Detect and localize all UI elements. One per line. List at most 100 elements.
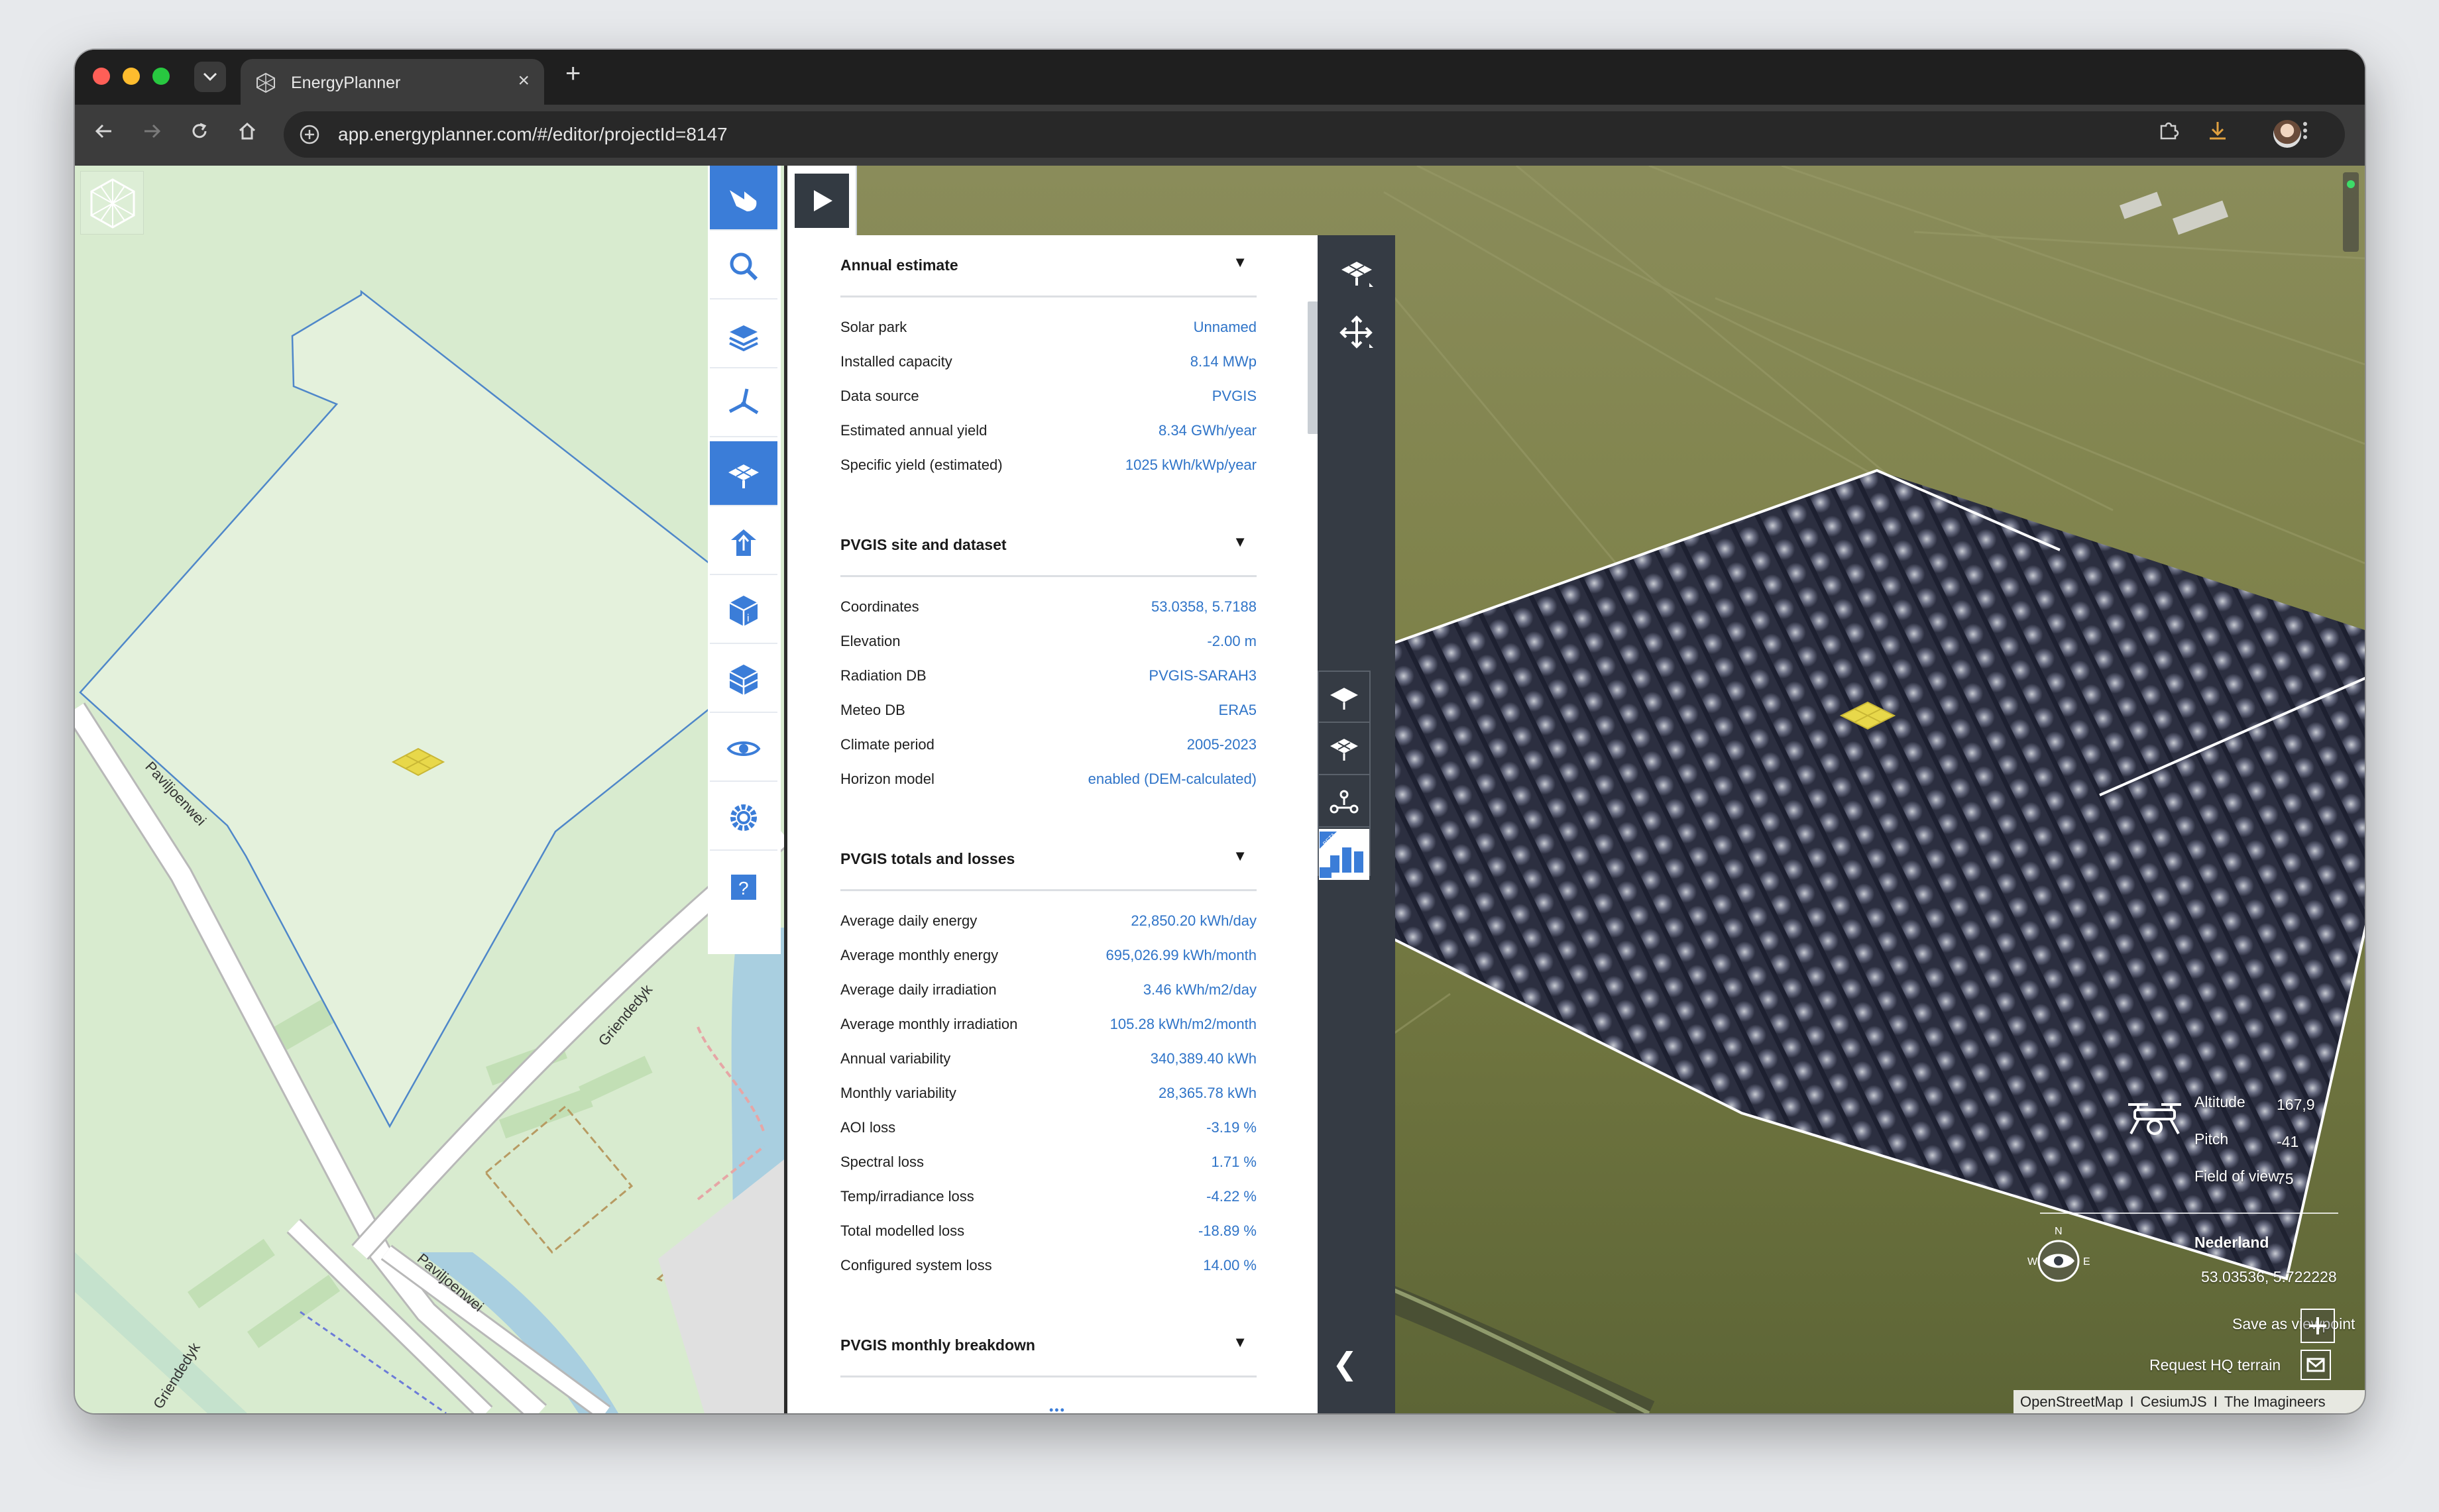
- triangle-down-icon[interactable]: ▼: [1233, 533, 1247, 551]
- app-logo[interactable]: [80, 171, 144, 235]
- triangle-down-icon[interactable]: ▼: [1233, 1334, 1247, 1351]
- attribution-osm[interactable]: OpenStreetMap: [2020, 1393, 2123, 1410]
- download-icon: [2210, 122, 2226, 140]
- section-header[interactable]: PVGIS totals and losses ▼: [840, 829, 1257, 891]
- row-value: 1.71 %: [1211, 1154, 1257, 1170]
- panel-edit-button[interactable]: [1319, 724, 1369, 775]
- 3d-box-tool-button[interactable]: i: [710, 579, 777, 644]
- extensions-button[interactable]: [2152, 118, 2185, 151]
- estimate-row: Estimated annual yield 8.34 GWh/year: [840, 413, 1257, 447]
- location-coords: 53.03536, 5.722228: [2201, 1268, 2337, 1285]
- estimate-row: Specific yield (estimated) 1025 kWh/kWp/y…: [840, 447, 1257, 482]
- estimate-row: Climate period 2005-2023: [840, 727, 1257, 761]
- row-label: Specific yield (estimated): [840, 457, 1003, 473]
- cube-stack-tool-button[interactable]: [710, 648, 777, 713]
- save-viewpoint-label[interactable]: Save as viewpoint: [2232, 1315, 2355, 1333]
- row-label: Average daily irradiation: [840, 981, 997, 998]
- section-header[interactable]: PVGIS site and dataset ▼: [840, 515, 1257, 577]
- viewpoint-tool-button[interactable]: [710, 717, 777, 782]
- drone-icon: [2128, 1103, 2181, 1135]
- row-label: Monthly variability: [840, 1085, 956, 1101]
- compass-west: W: [2027, 1256, 2038, 1268]
- home-icon: [239, 122, 256, 140]
- chevron-down-icon: [203, 72, 217, 81]
- back-button[interactable]: [89, 119, 119, 148]
- solar-panel-tool-button[interactable]: [710, 441, 777, 506]
- draw-tool-button[interactable]: [710, 166, 777, 231]
- network-button[interactable]: [1319, 777, 1369, 828]
- compass-widget[interactable]: N W E: [2023, 1222, 2094, 1295]
- mail-icon: [2306, 1358, 2325, 1372]
- estimate-row: Elevation -2.00 m: [840, 623, 1257, 658]
- browser-tab[interactable]: EnergyPlanner ×: [241, 59, 544, 105]
- compass-east: E: [2083, 1256, 2090, 1268]
- fov-label: Field of view: [2194, 1167, 2279, 1185]
- row-value: enabled (DEM-calculated): [1088, 771, 1257, 787]
- section-rows: Coordinates 53.0358, 5.7188 Elevation -2.00…: [840, 577, 1257, 796]
- help-tool-button[interactable]: ?: [710, 855, 777, 920]
- minimize-window-button[interactable]: [123, 68, 140, 85]
- gear-icon: [730, 804, 757, 831]
- address-bar[interactable]: app.energyplanner.com/#/editor/projectId…: [284, 111, 2345, 158]
- row-label: Total modelled loss: [840, 1222, 965, 1239]
- url-text[interactable]: app.energyplanner.com/#/editor/projectId…: [338, 124, 728, 145]
- attribution-cesium[interactable]: CesiumJS: [2140, 1393, 2206, 1410]
- play-tour-button[interactable]: [787, 166, 857, 235]
- reload-button[interactable]: [185, 119, 214, 148]
- panel-scrollbar[interactable]: [1308, 301, 1318, 434]
- row-value: 8.34 GWh/year: [1159, 422, 1257, 439]
- section-header[interactable]: Annual estimate ▼: [840, 235, 1257, 297]
- panel-layout-button[interactable]: [1319, 672, 1369, 723]
- new-tab-button[interactable]: +: [565, 59, 581, 89]
- row-label: Meteo DB: [840, 702, 905, 718]
- close-window-button[interactable]: [93, 68, 110, 85]
- tab-search-button[interactable]: [194, 62, 226, 92]
- attribution-imagineers[interactable]: The Imagineers: [2224, 1393, 2326, 1410]
- building-upload-icon: [731, 529, 756, 556]
- dark-sidebar: BETA ❮: [1318, 235, 1395, 1413]
- wind-turbine-tool-button[interactable]: [710, 372, 777, 437]
- home-button[interactable]: [233, 119, 262, 148]
- request-terrain-label[interactable]: Request HQ terrain: [2149, 1356, 2281, 1374]
- cube-info-icon: i: [729, 596, 758, 626]
- maximize-window-button[interactable]: [152, 68, 170, 85]
- more-indicator: •••: [1049, 1403, 1066, 1413]
- estimate-row: Data source PVGIS: [840, 378, 1257, 413]
- downloads-button[interactable]: [2201, 118, 2234, 151]
- sidebar-tool-group: BETA: [1318, 671, 1371, 880]
- triangle-down-icon[interactable]: ▼: [1233, 254, 1247, 271]
- search-tool-button[interactable]: [710, 235, 777, 299]
- move-icon[interactable]: [1337, 313, 1376, 352]
- forward-button[interactable]: [137, 119, 166, 148]
- beta-analytics-button[interactable]: BETA: [1319, 829, 1369, 880]
- building-tool-button[interactable]: [710, 510, 777, 575]
- triangle-down-icon[interactable]: ▼: [1233, 847, 1247, 865]
- fov-value: 75: [2277, 1170, 2294, 1187]
- play-button-face: [794, 173, 849, 228]
- tab-close-icon[interactable]: ×: [518, 70, 530, 92]
- tool-column: i ?: [708, 166, 781, 954]
- altitude-label: Altitude: [2194, 1093, 2245, 1110]
- plus-icon: [2309, 1317, 2326, 1334]
- estimate-row: Average monthly irradiation 105.28 kWh/m2…: [840, 1006, 1257, 1041]
- cube-stack-icon: [729, 665, 758, 695]
- solar-panel-config-icon[interactable]: [1337, 254, 1376, 292]
- row-value: 695,026.99 kWh/month: [1106, 947, 1257, 963]
- estimate-row: Installed capacity 8.14 MWp: [840, 344, 1257, 378]
- map-2d[interactable]: Paviljoenwei Griendedyk Paviljoenwei Gri…: [75, 166, 784, 1413]
- layers-tool-button[interactable]: [710, 303, 777, 368]
- estimate-row: Annual variability 340,389.40 kWh: [840, 1041, 1257, 1075]
- section-header[interactable]: PVGIS monthly breakdown ▼: [840, 1315, 1257, 1377]
- solar-panel-edit-icon: [1330, 738, 1358, 761]
- settings-tool-button[interactable]: [710, 786, 777, 851]
- save-viewpoint-button[interactable]: [2300, 1309, 2335, 1343]
- row-label: AOI loss: [840, 1119, 896, 1136]
- arrow-left-icon: [95, 124, 111, 138]
- profile-avatar[interactable]: [2273, 120, 2301, 148]
- row-label: Climate period: [840, 736, 935, 753]
- site-info-icon[interactable]: [298, 123, 321, 146]
- tab-strip: EnergyPlanner × +: [75, 50, 2365, 105]
- section-rows: Solar park Unnamed Installed capacity 8.14 …: [840, 297, 1257, 482]
- request-terrain-button[interactable]: [2300, 1350, 2331, 1380]
- collapse-panel-button[interactable]: ❮: [1332, 1346, 1358, 1381]
